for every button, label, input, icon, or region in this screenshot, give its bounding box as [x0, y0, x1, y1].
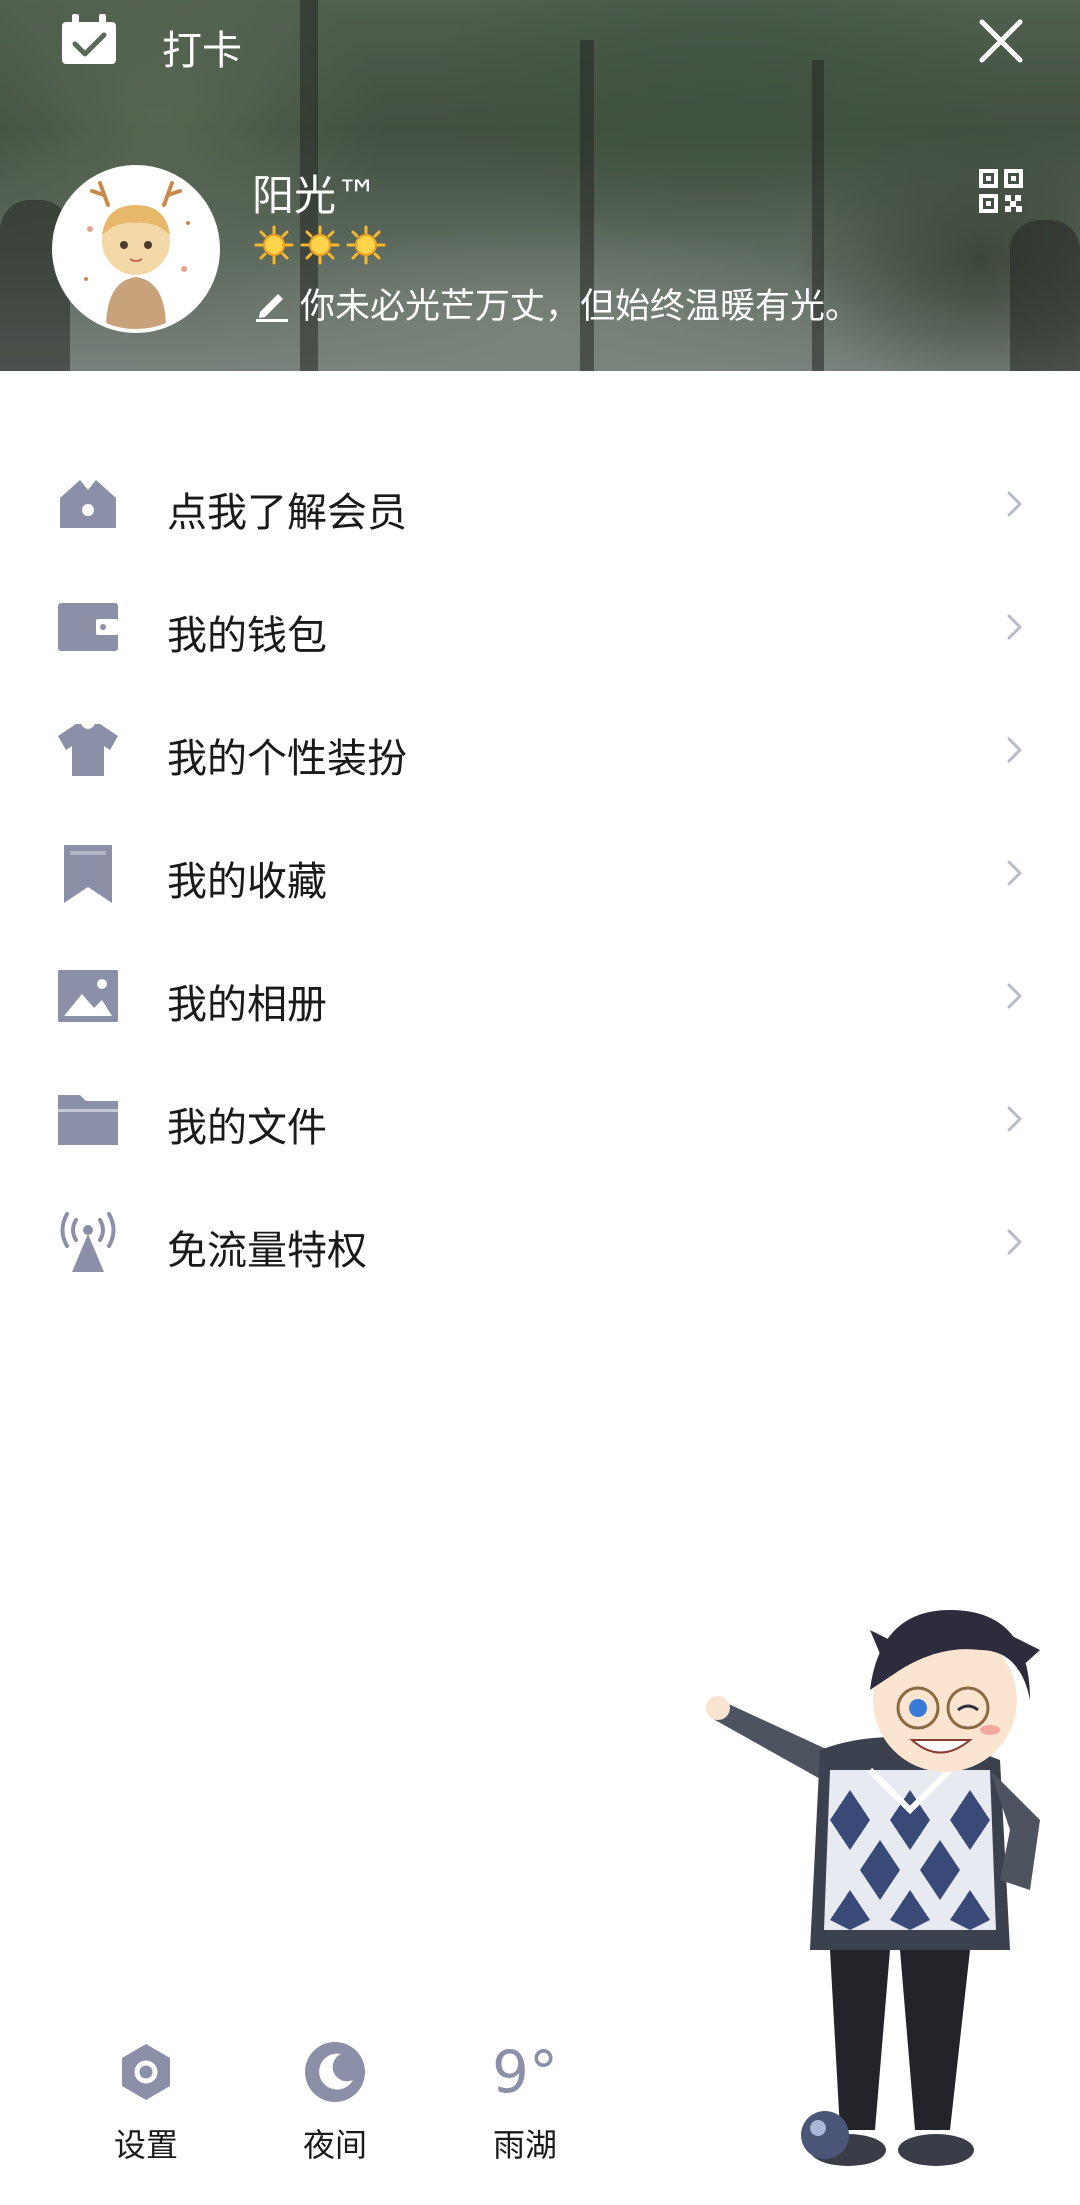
profile-menu: 点我了解会员 我的钱包 我的个性装扮 我的收藏 我的相册 我的文件 免流量特权: [0, 442, 1080, 1303]
photo-icon: [58, 970, 118, 1022]
menu-item-album[interactable]: 我的相册: [0, 934, 1080, 1057]
menu-item-dressup[interactable]: 我的个性装扮: [0, 688, 1080, 811]
weather-temperature: 9°: [492, 2038, 558, 2106]
chevron-right-icon: [1007, 737, 1022, 763]
menu-item-free-data[interactable]: 免流量特权: [0, 1180, 1080, 1303]
calendar-check-icon[interactable]: [60, 14, 118, 66]
weather-widget[interactable]: 9° 雨湖: [460, 2040, 590, 2180]
dancing-boy-mascot: [706, 1610, 1040, 2166]
night-mode-label: 夜间: [302, 2126, 367, 2164]
chevron-right-icon: [1007, 860, 1022, 886]
menu-item-label: 我的个性装扮: [167, 736, 407, 782]
level-badges[interactable]: [254, 225, 386, 265]
avatar-illustration: [56, 169, 216, 329]
signature-row[interactable]: 你未必光芒万丈，但始终温暖有光。: [254, 278, 860, 329]
menu-item-label: 点我了解会员: [167, 490, 407, 536]
menu-item-label: 我的相册: [167, 982, 327, 1028]
menu-item-label: 免流量特权: [167, 1228, 367, 1274]
menu-item-vip[interactable]: 点我了解会员: [0, 442, 1080, 565]
pencil-icon: [256, 293, 288, 322]
signature-text: 你未必光芒万丈，但始终温暖有光。: [300, 287, 861, 327]
profile-header: 打卡 阳光™ 你未必光芒万丈，但始终温暖有光。: [0, 0, 1080, 371]
chevron-right-icon: [1007, 491, 1022, 517]
weather-city: 雨湖: [492, 2126, 557, 2164]
bookmark-icon: [64, 845, 112, 903]
menu-item-label: 我的收藏: [167, 859, 327, 905]
wallet-icon: [58, 603, 118, 651]
settings-label: 设置: [113, 2126, 178, 2164]
close-icon[interactable]: [978, 18, 1024, 64]
tshirt-icon: [58, 723, 118, 776]
vip-house-icon: [60, 480, 116, 528]
sun-level-icon: [346, 225, 386, 265]
qr-code-icon[interactable]: [978, 168, 1024, 214]
chevron-right-icon: [1007, 614, 1022, 640]
chevron-right-icon: [1007, 1106, 1022, 1132]
night-mode-button[interactable]: 夜间: [270, 2040, 400, 2180]
chevron-right-icon: [1007, 1229, 1022, 1255]
folder-icon: [58, 1095, 118, 1145]
menu-item-wallet[interactable]: 我的钱包: [0, 565, 1080, 688]
gear-icon: [122, 2044, 170, 2100]
username[interactable]: 阳光™: [252, 162, 378, 223]
sun-level-icon: [254, 225, 294, 265]
menu-item-favorites[interactable]: 我的收藏: [0, 811, 1080, 934]
settings-button[interactable]: 设置: [81, 2040, 211, 2180]
checkin-label[interactable]: 打卡: [162, 18, 242, 76]
menu-item-files[interactable]: 我的文件: [0, 1057, 1080, 1180]
avatar[interactable]: [52, 165, 220, 333]
top-bar: 打卡: [0, 0, 1080, 80]
menu-item-label: 我的文件: [167, 1105, 327, 1151]
signal-tower-icon: [60, 1212, 116, 1272]
moon-icon: [305, 2042, 365, 2102]
menu-item-label: 我的钱包: [167, 613, 327, 659]
chevron-right-icon: [1007, 983, 1022, 1009]
sun-level-icon: [300, 225, 340, 265]
